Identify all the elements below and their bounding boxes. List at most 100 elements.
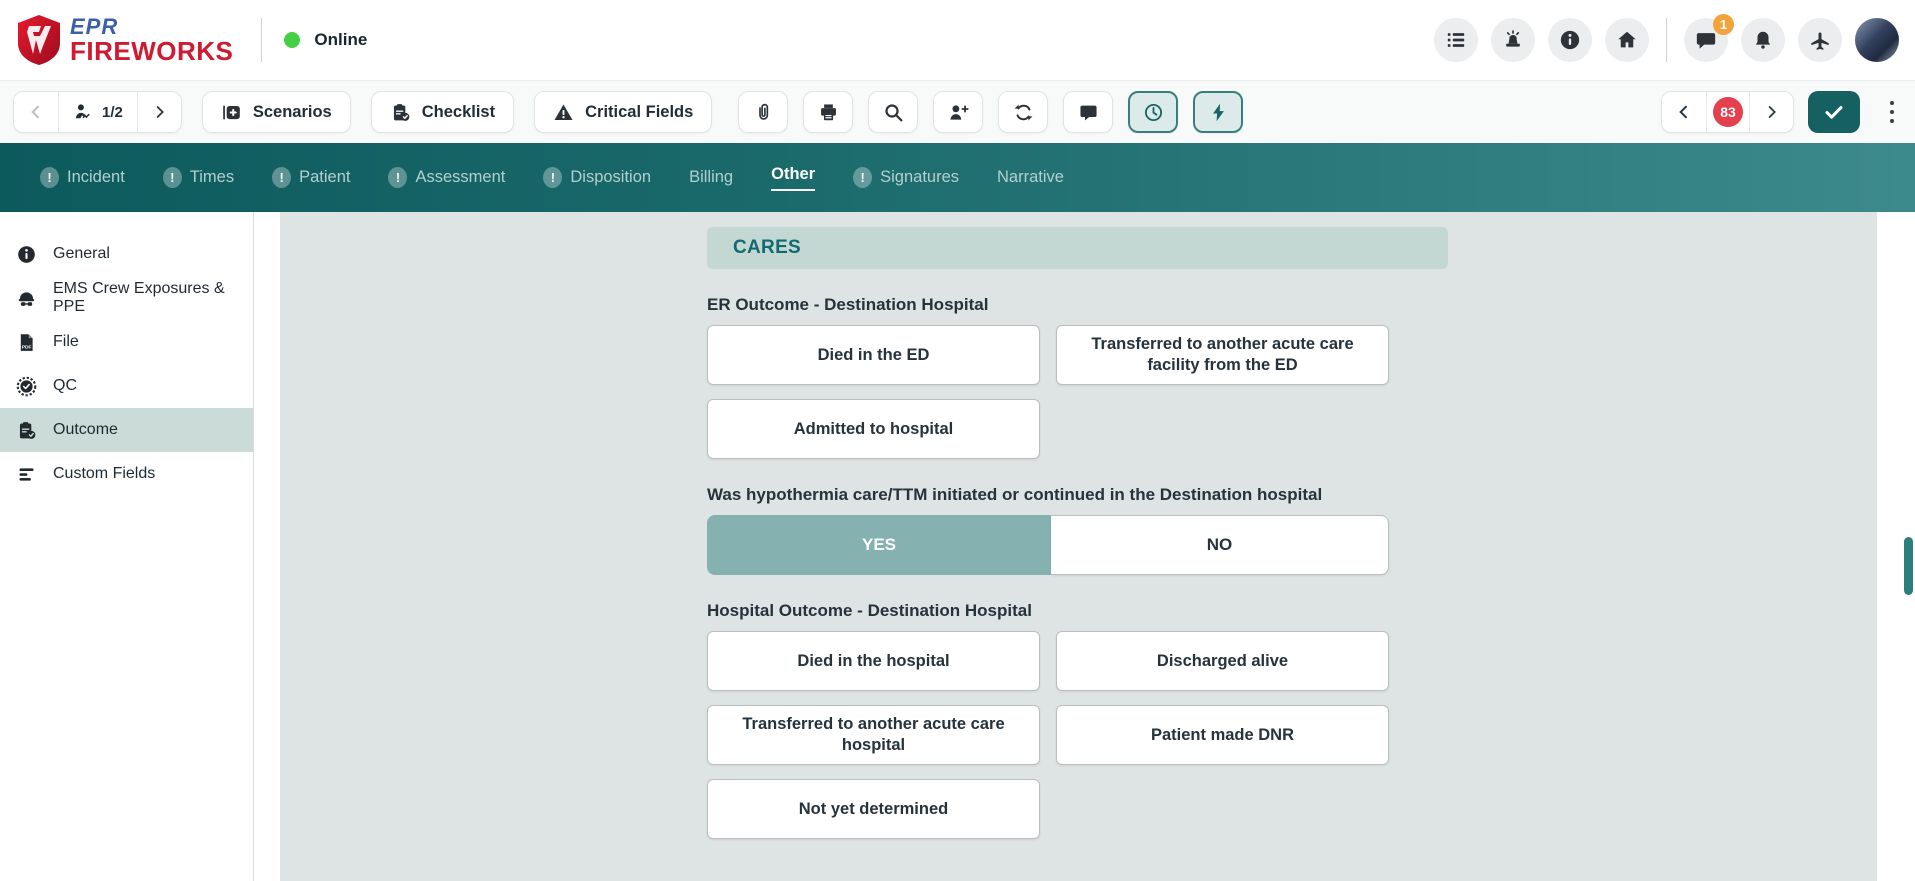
tab-narrative[interactable]: Narrative <box>997 168 1064 187</box>
checklist-button[interactable]: Checklist <box>371 91 514 133</box>
topbar-divider <box>261 18 262 62</box>
sidebar-item-label: Custom Fields <box>53 465 155 483</box>
chat-button[interactable]: 1 <box>1684 18 1728 62</box>
outcome-form-panel: CARES ER Outcome - Destination Hospital … <box>280 212 1877 881</box>
option-admitted-to-hospital[interactable]: Admitted to hospital <box>707 399 1040 459</box>
sidebar-item-ems-crew-exposures-ppe[interactable]: EMS Crew Exposures & PPE <box>0 276 253 320</box>
sidebar-item-file[interactable]: PDF File <box>0 320 253 364</box>
notifications-button[interactable] <box>1741 18 1785 62</box>
bell-icon <box>1752 29 1774 51</box>
critical-fields-button[interactable]: Critical Fields <box>534 91 712 133</box>
patient-icon <box>73 102 93 122</box>
sync-button[interactable] <box>998 91 1048 133</box>
search-button[interactable] <box>868 91 918 133</box>
tab-signatures[interactable]: ! Signatures <box>853 167 959 188</box>
logo-shield-icon <box>16 14 62 66</box>
er-outcome-options: Died in the ED Transferred to another ac… <box>707 325 1389 459</box>
pager-prev-button[interactable] <box>14 92 58 132</box>
hospital-outcome-options: Died in the hospital Discharged alive Tr… <box>707 631 1389 839</box>
option-discharged-alive[interactable]: Discharged alive <box>1056 631 1389 691</box>
sidebar-item-label: General <box>53 245 110 263</box>
time-log-button[interactable] <box>1128 91 1178 133</box>
tab-assessment[interactable]: ! Assessment <box>388 167 505 188</box>
tab-other[interactable]: Other <box>771 165 815 191</box>
validate-button[interactable] <box>1808 91 1860 133</box>
comments-button[interactable] <box>1063 91 1113 133</box>
option-not-yet-determined[interactable]: Not yet determined <box>707 779 1040 839</box>
print-button[interactable] <box>803 91 853 133</box>
quick-actions-button[interactable] <box>1193 91 1243 133</box>
connection-status: Online <box>284 30 367 50</box>
avatar[interactable] <box>1855 18 1899 62</box>
alert-icon: ! <box>272 167 291 188</box>
bolt-icon <box>1208 102 1229 123</box>
quality-seal-icon <box>16 376 37 397</box>
sidebar-item-label: QC <box>53 377 77 395</box>
kebab-menu-button[interactable] <box>1882 95 1902 130</box>
attachment-icon <box>753 102 774 123</box>
issue-count-cell[interactable]: 83 <box>1706 92 1749 132</box>
info-icon <box>1559 29 1581 51</box>
attachments-button[interactable] <box>738 91 788 133</box>
hypothermia-no-button[interactable]: NO <box>1051 515 1389 575</box>
warning-icon <box>553 102 574 123</box>
option-transferred-to-acute-care-hospital[interactable]: Transferred to another acute care hospit… <box>707 705 1040 765</box>
print-icon <box>818 102 839 123</box>
tab-disposition[interactable]: ! Disposition <box>543 167 651 188</box>
issue-count-badge: 83 <box>1713 97 1743 127</box>
chat-badge: 1 <box>1713 14 1734 35</box>
sidebar-item-custom-fields[interactable]: Custom Fields <box>0 452 253 496</box>
section-tabs: ! Incident ! Times ! Patient ! Assessmen… <box>0 143 1915 212</box>
alert-icon: ! <box>388 167 407 188</box>
sync-icon <box>1013 102 1034 123</box>
alert-icon: ! <box>40 167 59 188</box>
tab-patient[interactable]: ! Patient <box>272 167 350 188</box>
alert-icon: ! <box>163 167 182 188</box>
menu-list-button[interactable] <box>1434 18 1478 62</box>
search-icon <box>883 102 904 123</box>
sidebar-item-general[interactable]: General <box>0 232 253 276</box>
pager-current-patient[interactable]: 1/2 <box>58 92 137 132</box>
clipboard-check-icon <box>16 420 37 441</box>
helmet-icon <box>16 288 37 309</box>
pdf-file-icon: PDF <box>16 332 37 353</box>
top-bar: EPR FIREWORKS Online <box>0 0 1915 80</box>
option-transferred-from-ed[interactable]: Transferred to another acute care facili… <box>1056 325 1389 385</box>
sidebar-item-outcome[interactable]: Outcome <box>0 408 253 452</box>
custom-fields-icon <box>16 464 37 485</box>
home-button[interactable] <box>1605 18 1649 62</box>
airplane-icon <box>1809 29 1831 51</box>
record-toolbar: 1/2 Scenarios Checklist <box>0 80 1915 143</box>
tab-incident[interactable]: ! Incident <box>40 167 125 188</box>
menu-list-icon <box>1445 29 1467 51</box>
siren-button[interactable] <box>1491 18 1535 62</box>
scenarios-button[interactable]: Scenarios <box>202 91 351 133</box>
home-icon <box>1616 29 1638 51</box>
check-icon <box>1822 100 1846 124</box>
hypothermia-yes-button[interactable]: YES <box>707 515 1051 575</box>
info-button[interactable] <box>1548 18 1592 62</box>
hypothermia-toggle: YES NO <box>707 515 1389 575</box>
pager-value: 1/2 <box>102 104 123 121</box>
vertical-scrollbar-thumb[interactable] <box>1904 537 1913 595</box>
sidebar-item-label: EMS Crew Exposures & PPE <box>53 280 253 316</box>
clock-icon <box>1143 102 1164 123</box>
er-outcome-label: ER Outcome - Destination Hospital <box>707 295 1389 315</box>
info-circle-icon <box>16 244 37 265</box>
flight-mode-button[interactable] <box>1798 18 1842 62</box>
issue-next-button[interactable] <box>1749 92 1793 132</box>
chat-icon <box>1695 29 1717 51</box>
checklist-icon <box>390 102 411 123</box>
tab-times[interactable]: ! Times <box>163 167 234 188</box>
logo-epr-text: EPR <box>70 16 233 38</box>
option-died-in-the-ed[interactable]: Died in the ED <box>707 325 1040 385</box>
online-status-dot <box>284 32 300 48</box>
option-patient-made-dnr[interactable]: Patient made DNR <box>1056 705 1389 765</box>
option-died-in-the-hospital[interactable]: Died in the hospital <box>707 631 1040 691</box>
pager-next-button[interactable] <box>137 92 181 132</box>
alert-icon: ! <box>543 167 562 188</box>
sidebar-item-qc[interactable]: QC <box>0 364 253 408</box>
add-person-button[interactable] <box>933 91 983 133</box>
issue-prev-button[interactable] <box>1662 92 1706 132</box>
tab-billing[interactable]: Billing <box>689 168 733 187</box>
